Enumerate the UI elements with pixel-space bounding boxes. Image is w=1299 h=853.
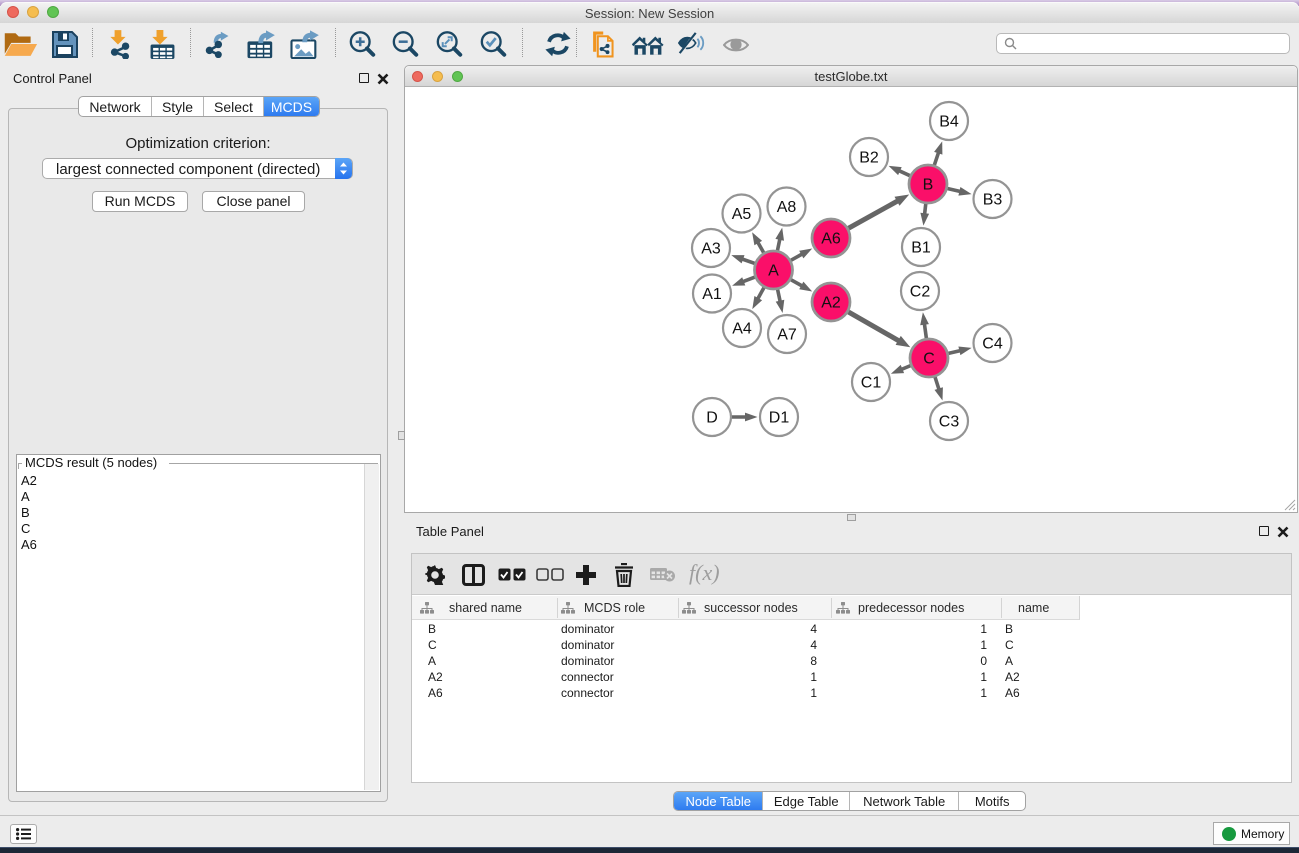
svg-text:A8: A8	[777, 199, 797, 216]
svg-text:B1: B1	[911, 240, 931, 257]
svg-text:B2: B2	[859, 150, 879, 167]
svg-text:D: D	[706, 410, 718, 427]
svg-text:C4: C4	[982, 336, 1003, 353]
svg-text:B4: B4	[939, 114, 959, 131]
svg-text:A5: A5	[732, 206, 752, 223]
svg-text:A2: A2	[821, 295, 841, 312]
svg-text:D1: D1	[769, 410, 790, 427]
svg-text:C: C	[923, 351, 935, 368]
svg-text:B: B	[923, 177, 934, 194]
svg-text:A3: A3	[701, 241, 721, 258]
svg-text:C1: C1	[861, 375, 882, 392]
svg-text:A4: A4	[732, 321, 752, 338]
svg-text:A: A	[768, 263, 779, 280]
svg-text:A6: A6	[821, 231, 841, 248]
svg-text:A7: A7	[777, 327, 797, 344]
svg-text:B3: B3	[983, 192, 1003, 209]
svg-text:C2: C2	[910, 284, 931, 301]
svg-text:A1: A1	[702, 286, 722, 303]
svg-text:C3: C3	[939, 414, 960, 431]
